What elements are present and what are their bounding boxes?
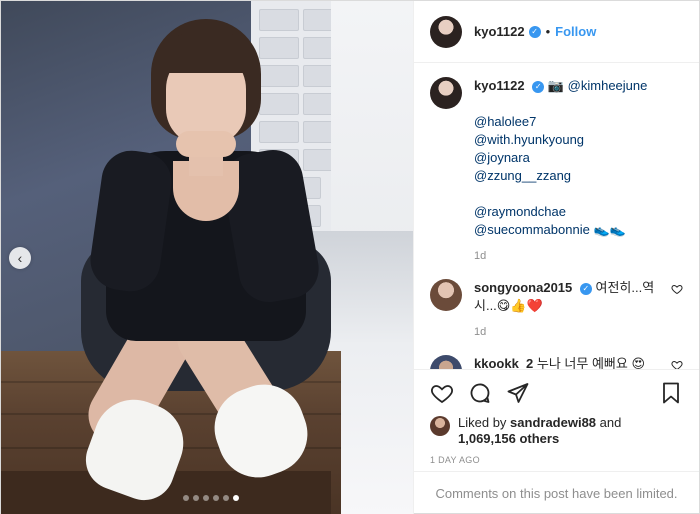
camera-emoji: 📷 — [547, 78, 565, 93]
avatar[interactable] — [430, 15, 462, 48]
mentions-group: @halolee7 @with.hyunkyoung @joynara @zzung_… — [474, 113, 683, 185]
mention-link[interactable]: @zzung__zzang — [474, 167, 683, 185]
caption-last-line: @suecommabonnie 👟👟 — [474, 221, 683, 239]
avatar[interactable] — [430, 355, 462, 369]
caption-username[interactable]: kyo1122 — [474, 78, 525, 93]
comment-text: 시...😋👍❤️ — [474, 298, 543, 313]
likes-count[interactable]: 1,069,156 others — [458, 431, 559, 446]
avatar[interactable] — [430, 77, 462, 109]
likes-text: Liked by sandradewi88 and 1,069,156 othe… — [458, 415, 621, 447]
figure-hand — [176, 131, 236, 157]
comment-username[interactable]: kkookk_2 — [474, 356, 533, 369]
comment-item: kkookk_2 누나 너무 예뻐요 😍 😍😍 — [430, 355, 683, 369]
carousel-prev-button[interactable]: ‹ — [9, 247, 31, 269]
comment-item: songyoona2015 ✓ 여전히...역 시...😋👍❤️ 1d — [430, 279, 683, 341]
bookmark-icon — [663, 382, 679, 403]
comment-body: songyoona2015 ✓ 여전히...역 시...😋👍❤️ 1d — [474, 279, 671, 341]
mention-link[interactable]: @raymondchae — [474, 203, 683, 221]
post-photo[interactable]: ‹ — [1, 1, 413, 514]
comment-button[interactable] — [468, 381, 492, 405]
comment-text: 누나 너무 예뻐요 😍 — [536, 356, 645, 369]
mention-link[interactable]: @halolee7 — [474, 113, 683, 131]
mention-link[interactable]: @kimheejune — [568, 78, 648, 93]
verified-badge-icon: ✓ — [579, 282, 592, 295]
likes-conjunction: and — [599, 415, 622, 430]
comments-limited-notice: Comments on this post have been limited. — [414, 471, 699, 514]
carousel-dot — [233, 495, 239, 501]
mention-link[interactable]: @suecommabonnie — [474, 222, 590, 237]
header-separator: • — [545, 24, 551, 39]
mention-link[interactable]: @with.hyunkyoung — [474, 131, 683, 149]
liker-username[interactable]: sandradewi88 — [510, 415, 596, 430]
post-side-panel: kyo1122 ✓ • Follow kyo1122 ✓ 📷 @kimheeju… — [413, 1, 699, 514]
like-button[interactable] — [430, 381, 454, 405]
carousel-dot — [203, 495, 209, 501]
save-button[interactable] — [659, 381, 683, 405]
comment-body: kkookk_2 누나 너무 예뻐요 😍 😍😍 — [474, 355, 671, 369]
post-actions-bar — [414, 369, 699, 415]
comment-text: 여전히...역 — [595, 280, 655, 295]
post-date[interactable]: 1 DAY AGO — [414, 447, 699, 471]
sneaker-emoji: 👟👟 — [593, 222, 626, 237]
avatar[interactable] — [430, 416, 450, 436]
like-comment-heart-icon[interactable] — [671, 359, 683, 369]
carousel-dot — [193, 495, 199, 501]
carousel-dot — [183, 495, 189, 501]
caption: kyo1122 ✓ 📷 @kimheejune @halolee7 @with.h… — [430, 77, 683, 265]
heart-icon — [431, 384, 453, 403]
carousel-indicator — [183, 495, 239, 501]
caption-body: kyo1122 ✓ 📷 @kimheejune @halolee7 @with.h… — [474, 77, 683, 265]
mention-link[interactable]: @joynara — [474, 149, 683, 167]
share-button[interactable] — [506, 381, 530, 405]
paper-plane-icon — [507, 382, 529, 403]
chevron-left-icon: ‹ — [17, 250, 23, 266]
likes-summary: Liked by sandradewi88 and 1,069,156 othe… — [414, 415, 699, 447]
figure-bangs — [159, 33, 255, 73]
post-container: ‹ kyo1122 ✓ • Follow kyo1122 ✓ 📷 @kimhee… — [0, 0, 700, 514]
verified-badge-icon: ✓ — [532, 80, 545, 93]
follow-button[interactable]: Follow — [555, 24, 596, 39]
mentions-group: @raymondchae — [474, 203, 683, 221]
verified-badge-icon: ✓ — [528, 25, 541, 38]
carousel-dot — [223, 495, 229, 501]
comment-username[interactable]: songyoona2015 — [474, 280, 572, 295]
carousel-dot — [213, 495, 219, 501]
comment-icon — [470, 383, 490, 403]
post-header: kyo1122 ✓ • Follow — [414, 1, 699, 63]
comment-timestamp: 1d — [474, 326, 487, 338]
avatar[interactable] — [430, 279, 462, 311]
like-comment-heart-icon[interactable] — [671, 283, 683, 295]
author-username[interactable]: kyo1122 — [474, 24, 525, 39]
likes-prefix: Liked by — [458, 415, 507, 430]
caption-timestamp: 1d — [474, 250, 487, 262]
comments-list[interactable]: kyo1122 ✓ 📷 @kimheejune @halolee7 @with.h… — [414, 63, 699, 369]
